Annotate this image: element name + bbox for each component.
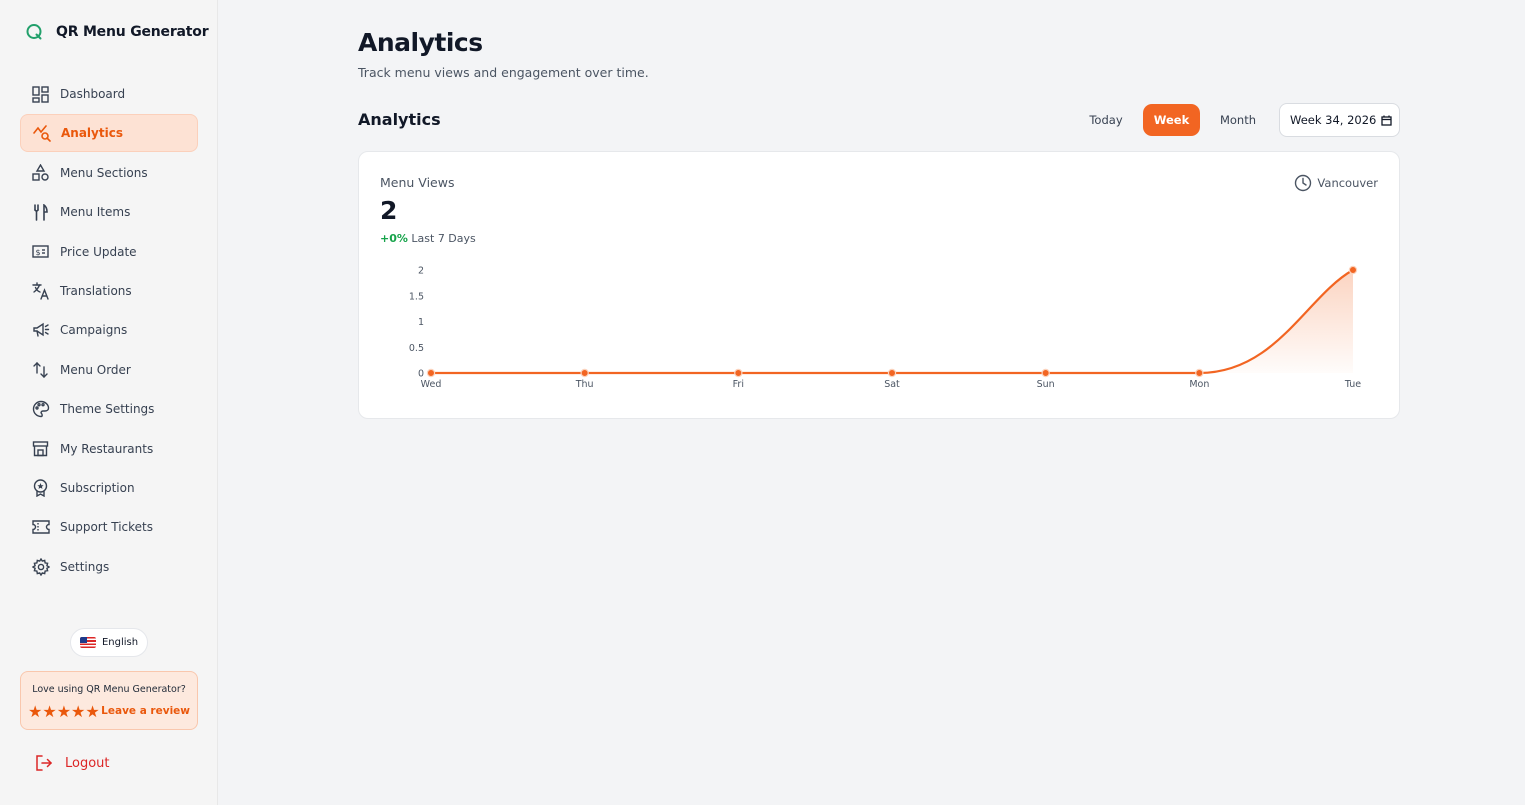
sidebar: QR Menu Generator Dashboard Analytics Me… [0, 0, 218, 805]
x-tick-label: Sat [884, 379, 900, 390]
sidebar-item-label: Theme Settings [60, 402, 155, 417]
us-flag-icon [79, 637, 96, 648]
series-area [431, 270, 1353, 373]
sort-arrows-icon [31, 360, 50, 379]
sidebar-item-label: Price Update [60, 244, 137, 259]
sidebar-item-price-update[interactable]: $ Price Update [20, 233, 198, 271]
x-tick-label: Wed [421, 379, 442, 390]
page-title: Analytics [358, 28, 483, 57]
sidebar-item-campaigns[interactable]: Campaigns [20, 311, 198, 349]
week-picker-value: Week 34, 2026 [1290, 113, 1377, 127]
menu-views-chart: 2 1.5 1 0.5 0Wed Thu Fri Sat Sun Mon Tue [409, 265, 1361, 391]
sidebar-item-subscription[interactable]: Subscription [20, 469, 198, 507]
sidebar-item-label: Settings [60, 559, 110, 574]
sidebar-item-menu-order[interactable]: Menu Order [20, 351, 198, 389]
section-title: Analytics [358, 110, 441, 129]
language-selector[interactable]: English [70, 628, 148, 657]
y-tick-label: 0 [418, 369, 424, 380]
week-picker-input[interactable]: Week 34, 2026 [1279, 103, 1400, 137]
review-question: Love using QR Menu Generator? [32, 684, 186, 695]
data-point[interactable] [1195, 368, 1204, 378]
dashboard-icon [31, 85, 50, 104]
calendar-icon [1381, 115, 1393, 126]
sidebar-item-theme-settings[interactable]: Theme Settings [20, 390, 198, 428]
sidebar-item-label: Campaigns [60, 323, 128, 338]
star-rating-icon[interactable]: ★★★★★ [28, 702, 100, 721]
sidebar-item-label: Translations [60, 283, 132, 298]
brand-name: QR Menu Generator [56, 24, 209, 40]
leave-review-link[interactable]: Leave a review [101, 705, 190, 717]
palette-icon [31, 400, 50, 419]
sidebar-item-label: Support Tickets [60, 520, 154, 535]
page-subtitle: Track menu views and engagement over tim… [358, 65, 649, 80]
sidebar-item-my-restaurants[interactable]: My Restaurants [20, 430, 198, 468]
ticket-icon [31, 518, 50, 537]
sidebar-item-settings[interactable]: Settings [20, 548, 198, 586]
sidebar-item-support-tickets[interactable]: Support Tickets [20, 508, 198, 546]
logout-icon [36, 755, 53, 771]
sidebar-item-label: Dashboard [60, 87, 126, 101]
review-prompt: Love using QR Menu Generator? ★★★★★ Leav… [20, 671, 198, 730]
logout-button[interactable]: Logout [35, 754, 110, 772]
sidebar-item-menu-items[interactable]: Menu Items [20, 193, 198, 231]
sidebar-item-label: Menu Order [60, 362, 131, 377]
data-point[interactable] [734, 368, 743, 378]
qr-logo-icon [26, 24, 42, 40]
menu-views-card: Menu Views 2 +0% Last 7 Days Vancouver 2… [358, 151, 1400, 419]
sidebar-item-label: Menu Items [60, 205, 131, 220]
sidebar-item-label: My Restaurants [60, 441, 154, 456]
language-label: English [101, 637, 139, 648]
data-point[interactable] [580, 368, 589, 378]
x-tick-label: Fri [733, 379, 744, 390]
svg-text:$: $ [36, 248, 41, 257]
sidebar-item-label: Analytics [61, 126, 123, 141]
x-tick-label: Sun [1037, 379, 1055, 390]
range-month-button[interactable]: Month [1208, 104, 1268, 136]
range-week-button[interactable]: Week [1143, 104, 1200, 136]
brand[interactable]: QR Menu Generator [24, 22, 209, 42]
range-today-button[interactable]: Today [1078, 104, 1134, 136]
sidebar-nav: Dashboard Analytics Menu Sections Menu I… [20, 75, 198, 587]
x-tick-label: Tue [1344, 379, 1361, 390]
y-tick-label: 1 [418, 317, 424, 328]
sidebar-item-label: Subscription [60, 480, 135, 495]
data-point[interactable] [1041, 368, 1050, 378]
x-tick-label: Thu [575, 379, 594, 390]
y-tick-label: 0.5 [409, 343, 424, 354]
sidebar-item-translations[interactable]: Translations [20, 272, 198, 310]
gear-icon [31, 557, 50, 576]
y-tick-label: 2 [418, 266, 424, 277]
x-tick-label: Mon [1189, 379, 1209, 390]
price-tag-icon: $ [31, 242, 50, 261]
data-point[interactable] [426, 368, 436, 378]
megaphone-icon [31, 321, 50, 340]
sidebar-item-dashboard[interactable]: Dashboard [20, 75, 198, 113]
data-point[interactable] [1348, 265, 1358, 275]
sidebar-item-analytics[interactable]: Analytics [20, 114, 198, 153]
sidebar-item-label: Menu Sections [60, 165, 148, 180]
data-point[interactable] [887, 368, 897, 378]
translate-icon [31, 281, 50, 300]
shapes-icon [31, 163, 50, 182]
logout-label: Logout [65, 755, 110, 771]
badge-icon [31, 478, 50, 497]
analytics-icon [32, 124, 51, 143]
sidebar-item-menu-sections[interactable]: Menu Sections [20, 154, 198, 192]
y-tick-label: 1.5 [409, 291, 424, 302]
series-line [431, 269, 1354, 375]
store-icon [31, 439, 50, 458]
utensils-icon [31, 203, 50, 222]
